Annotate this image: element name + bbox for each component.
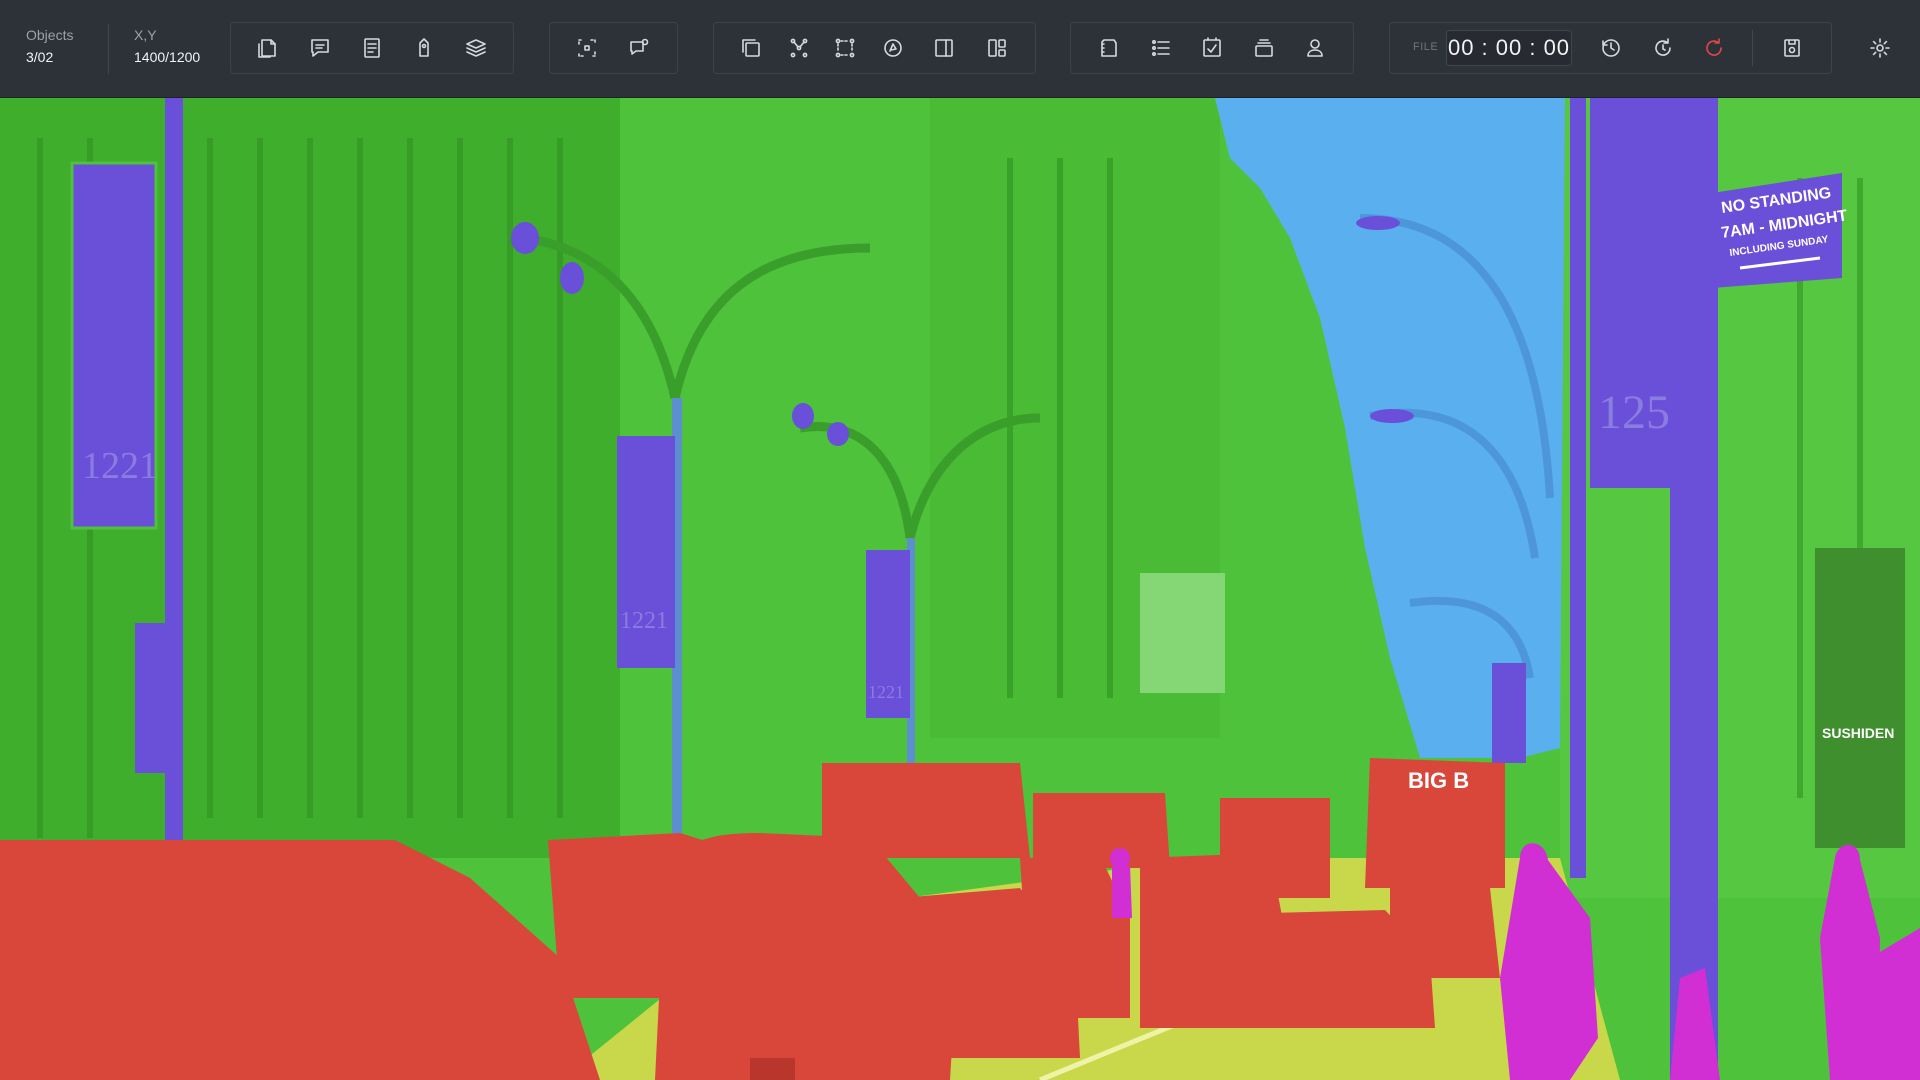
tag-icon[interactable] [400,24,448,72]
no-standing-sign: NO STANDING 7AM - MIDNIGHT INCLUDING SUN… [1712,173,1849,288]
xy-stat: X,Y 1400/1200 [134,26,200,66]
storefront-text: SUSHIDEN [1822,725,1894,741]
objects-label: Objects [26,27,74,43]
history-icon[interactable] [1587,24,1635,72]
new-document-icon[interactable] [244,24,292,72]
timer-display: 00 : 00 : 00 [1446,30,1572,66]
file-label: FILE [1413,41,1439,53]
reset-icon[interactable] [1690,24,1738,72]
bus-text: BIG B [1408,768,1469,793]
xy-value: 1400/1200 [134,49,201,65]
objects-stat: Objects 3/02 [26,26,73,66]
banner-text: 1221 [82,445,158,487]
segmentation-canvas[interactable]: 1221 1221 1221 125 NO STANDING 7AM - MID… [0,98,1920,1080]
checked-document-icon[interactable] [1188,24,1236,72]
user-icon[interactable] [1291,24,1339,72]
divider [108,24,109,74]
xy-label: X,Y [134,27,157,43]
banner-text: 1221 [620,608,668,634]
banner-text: 1221 [868,682,904,702]
split-icon[interactable] [920,24,968,72]
storefront-mask [1815,548,1905,848]
banner-text: 125 [1598,386,1670,439]
pole-mask [1670,98,1718,1080]
comment-icon[interactable] [296,24,344,72]
billboard-mask [1140,573,1225,693]
polygon-icon[interactable] [869,24,917,72]
gear-icon[interactable] [1856,24,1904,72]
top-toolbar: Objects 3/02 X,Y 1400/1200 FILE 00: 00 … [0,0,1920,98]
copy-icon[interactable] [727,24,775,72]
pole-mask [1570,98,1586,878]
bounding-points-icon[interactable] [821,24,869,72]
objects-value: 3/02 [26,49,54,65]
layout-icon[interactable] [973,24,1021,72]
keypoints-icon[interactable] [775,24,823,72]
checklist-icon[interactable] [1137,24,1185,72]
select-region-icon[interactable] [563,24,611,72]
divider [1752,30,1753,66]
list-document-icon[interactable] [348,24,396,72]
banner-mask [135,623,180,773]
layers-icon[interactable] [452,24,500,72]
redo-icon[interactable] [1639,24,1687,72]
banner-mask [1492,663,1526,763]
clipboard-icon[interactable] [1085,24,1133,72]
add-comment-icon[interactable] [615,24,663,72]
stack-icon[interactable] [1240,24,1288,72]
save-icon[interactable] [1768,24,1816,72]
